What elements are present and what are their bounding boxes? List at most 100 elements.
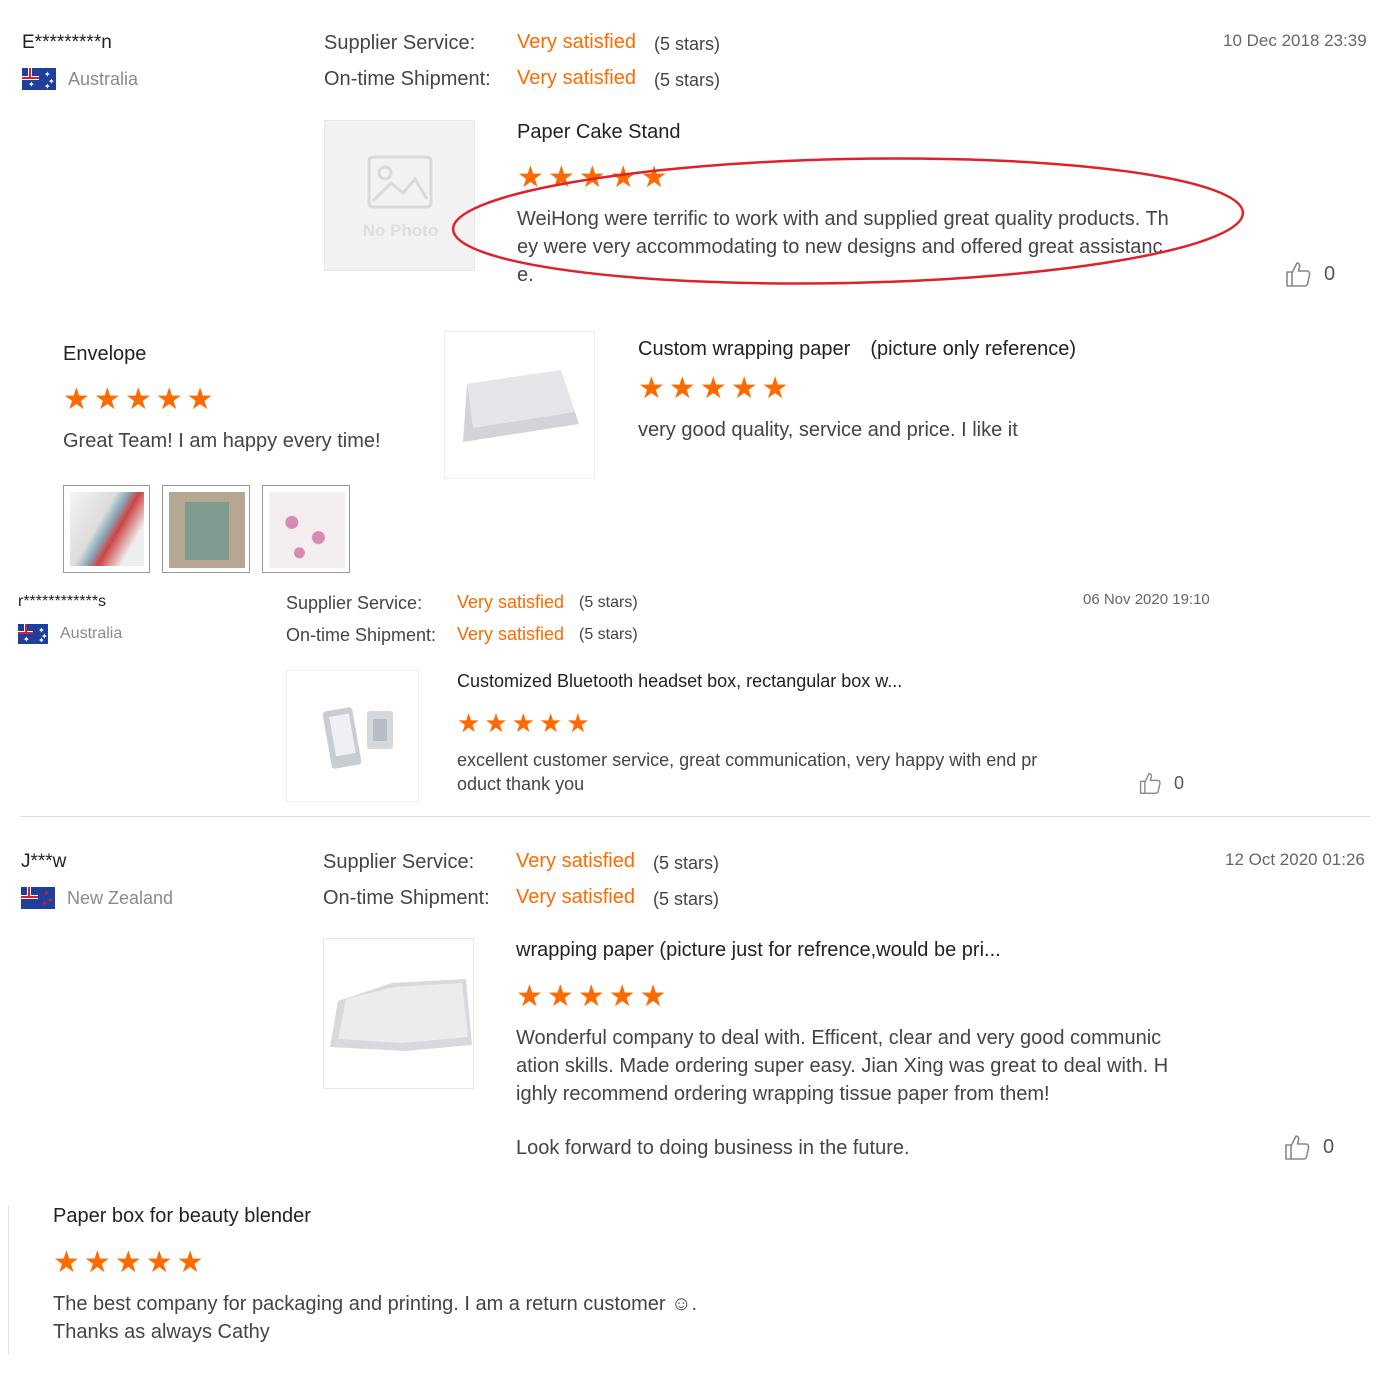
review-text: The best company for packaging and print… [53, 1290, 697, 1346]
star-icon: ★ [638, 372, 665, 405]
rating-stars: ★ ★ ★ ★ ★ [457, 710, 590, 736]
like-count: 0 [1174, 772, 1185, 793]
review-date: 12 Oct 2020 01:26 [1225, 850, 1365, 869]
product-image [322, 707, 393, 769]
review-date: 06 Nov 2020 19:10 [1083, 591, 1210, 608]
product-title[interactable]: Paper box for beauty blender [53, 1205, 311, 1228]
ontime-shipment-stars: (5 stars) [654, 70, 721, 90]
product-title[interactable]: Customized Bluetooth headset box, rectan… [457, 671, 902, 692]
star-icon: ★ [176, 1246, 204, 1279]
star-icon: ★ [668, 372, 696, 405]
star-icon: ★ [699, 372, 727, 405]
supplier-service-stars: (5 stars) [579, 594, 638, 611]
star-icon: ★ [761, 372, 789, 405]
reviewer-name: r************s [18, 593, 107, 610]
ontime-shipment-rating: Very satisfied [516, 886, 635, 908]
review-date: 10 Dec 2018 23:39 [1223, 31, 1367, 50]
product-title[interactable]: Custom wrapping paper (picture only refe… [638, 332, 1076, 361]
ontime-shipment-stars: (5 stars) [653, 889, 720, 909]
review-text: excellent customer service, great commun… [457, 748, 1077, 796]
country-label: Australia [60, 625, 123, 642]
reviewer-country: ✦ ✦ ✦ New Zealand [21, 887, 173, 909]
star-icon: ★ [538, 708, 563, 738]
review-text-line: ighly recommend ordering wrapping tissue… [516, 1083, 1050, 1105]
thumbs-up-icon [1139, 772, 1161, 794]
supplier-service-stars: (5 stars) [654, 34, 721, 54]
supplier-service-rating: Very satisfied [457, 592, 565, 612]
supplier-service-rating: Very satisfied [516, 850, 635, 872]
reviewer-name: J***w [21, 851, 67, 872]
review-photo[interactable] [162, 485, 250, 573]
star-icon: ★ [186, 383, 214, 416]
product-image [463, 370, 579, 442]
star-icon: ★ [457, 708, 481, 738]
like-count: 0 [1323, 1135, 1335, 1158]
star-icon: ★ [93, 383, 121, 416]
review-text: Great Team! I am happy every time! [63, 430, 381, 452]
rating-stars: ★ ★ ★ ★ ★ [53, 1248, 204, 1278]
review-text-line: ation skills. Made ordering super easy. … [516, 1055, 1169, 1077]
reviewer-country: ✦ ✦ ✦ ✦ Australia [18, 624, 122, 644]
star-icon: ★ [566, 708, 590, 738]
like-count: 0 [1324, 262, 1336, 285]
review-text-line: The best company for packaging and print… [53, 1293, 698, 1315]
star-icon: ★ [145, 1246, 173, 1279]
star-icon: ★ [83, 1246, 111, 1279]
product-image [330, 979, 472, 1051]
review-text-line: excellent customer service, great commun… [457, 750, 1038, 770]
review-text-line: Wonderful company to deal with. Efficent… [516, 1027, 1162, 1049]
star-icon: ★ [124, 383, 152, 416]
highlight-ellipse [451, 157, 1245, 285]
review-photo[interactable] [63, 485, 150, 573]
review-text-line: Thanks as always Cathy [53, 1321, 270, 1343]
star-icon: ★ [730, 372, 758, 405]
ontime-shipment-label: On-time Shipment: [324, 68, 491, 90]
product-title[interactable]: Envelope [63, 343, 146, 366]
product-thumbnail[interactable] [286, 670, 419, 802]
star-icon: ★ [53, 1246, 80, 1279]
country-label: Australia [68, 68, 139, 89]
product-title[interactable]: Paper Cake Stand [517, 121, 680, 144]
supplier-service-label: Supplier Service: [323, 851, 475, 873]
divider [20, 816, 1370, 817]
star-icon: ★ [484, 708, 508, 738]
rating-stars: ★ ★ ★ ★ ★ [638, 374, 789, 404]
supplier-service-label: Supplier Service: [324, 32, 476, 54]
star-icon: ★ [546, 980, 574, 1013]
ontime-shipment-rating: Very satisfied [457, 624, 565, 644]
rating-stars: ★ ★ ★ ★ ★ [516, 982, 667, 1012]
country-label: New Zealand [67, 887, 174, 908]
like-button[interactable]: 0 [1284, 260, 1335, 288]
flag-new-zealand-icon: ✦ ✦ ✦ [21, 887, 55, 909]
star-icon: ★ [516, 980, 543, 1013]
review-text-line: oduct thank you [457, 774, 585, 794]
star-icon: ★ [63, 383, 90, 416]
like-button[interactable]: 0 [1283, 1133, 1334, 1161]
thumbs-up-icon [1286, 262, 1311, 287]
star-icon: ★ [639, 980, 667, 1013]
review-text: Wonderful company to deal with. Efficent… [516, 1024, 1236, 1162]
reviewer-name: E*********n [22, 32, 112, 53]
product-thumbnail[interactable] [323, 938, 474, 1089]
review-text-line: Look forward to doing business in the fu… [516, 1137, 910, 1159]
star-icon: ★ [155, 383, 183, 416]
flag-australia-icon: ✦ ✦ ✦ ✦ [22, 68, 56, 90]
product-thumbnail[interactable] [444, 331, 595, 479]
like-button[interactable]: 0 [1138, 771, 1184, 795]
rating-stars: ★ ★ ★ ★ ★ [63, 385, 214, 415]
reviewer-country: ✦ ✦ ✦ ✦ Australia [22, 68, 138, 90]
supplier-service-stars: (5 stars) [653, 853, 720, 873]
thumbs-up-icon [1285, 1135, 1310, 1160]
star-icon: ★ [577, 980, 605, 1013]
star-icon: ★ [608, 980, 636, 1013]
ontime-shipment-label: On-time Shipment: [286, 625, 437, 645]
review-text: very good quality, service and price. I … [638, 419, 1018, 441]
product-title[interactable]: wrapping paper (picture just for refrenc… [516, 939, 1001, 962]
star-icon: ★ [511, 708, 535, 738]
review-photo[interactable] [262, 485, 350, 573]
ontime-shipment-stars: (5 stars) [579, 626, 638, 643]
supplier-service-rating: Very satisfied [517, 31, 636, 53]
ontime-shipment-rating: Very satisfied [517, 67, 636, 89]
flag-australia-icon: ✦ ✦ ✦ ✦ [18, 624, 48, 644]
supplier-service-label: Supplier Service: [286, 593, 423, 613]
